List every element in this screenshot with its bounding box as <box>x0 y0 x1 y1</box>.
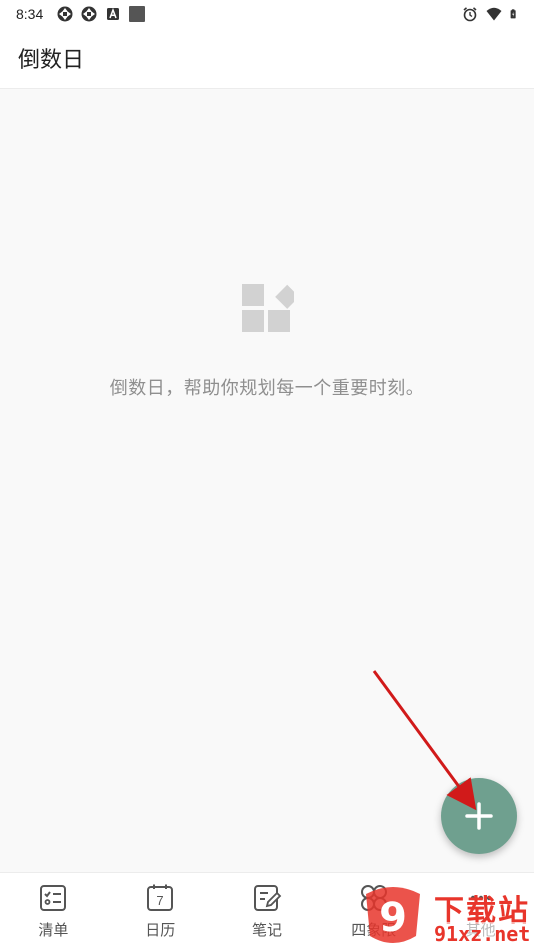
a-badge-icon <box>107 7 120 20</box>
battery-icon <box>510 9 516 19</box>
alarm-icon <box>463 7 477 22</box>
watermark-badge-text: 9 <box>379 895 407 941</box>
nav-item-label: 清单 <box>38 921 69 939</box>
app-bar: 倒数日 <box>0 28 534 89</box>
empty-state-text: 倒数日，帮助你规划每一个重要时刻。 <box>109 378 425 399</box>
note-edit-icon <box>253 885 282 911</box>
page-title: 倒数日 <box>18 48 85 73</box>
empty-state: 倒数日，帮助你规划每一个重要时刻。 <box>0 280 534 400</box>
calendar-icon: 7 <box>147 884 174 911</box>
aperture-icon <box>81 6 97 22</box>
widgets-icon <box>242 284 294 332</box>
plus-icon <box>465 802 493 830</box>
nav-item-notes[interactable]: 笔记 <box>214 873 321 950</box>
square-icon <box>129 6 146 22</box>
watermark-logo-icon: 9 <box>366 887 420 943</box>
calendar-badge: 7 <box>157 893 164 908</box>
nav-item-label: 日历 <box>145 921 176 939</box>
add-countdown-button[interactable] <box>441 778 517 854</box>
status-bar: 8:34 <box>0 0 534 28</box>
status-time: 8:34 <box>16 6 44 22</box>
nav-item-label: 笔记 <box>251 921 282 939</box>
checklist-icon <box>40 885 67 911</box>
wifi-icon <box>486 7 502 21</box>
aperture-icon <box>57 6 73 22</box>
watermark: 9 下载站 91xz.net <box>358 884 534 950</box>
status-right <box>462 6 520 22</box>
status-left: 8:34 <box>16 6 146 22</box>
watermark-url: 91xz.net <box>434 922 531 946</box>
nav-item-checklist[interactable]: 清单 <box>0 873 107 950</box>
nav-item-calendar[interactable]: 7 日历 <box>107 873 214 950</box>
